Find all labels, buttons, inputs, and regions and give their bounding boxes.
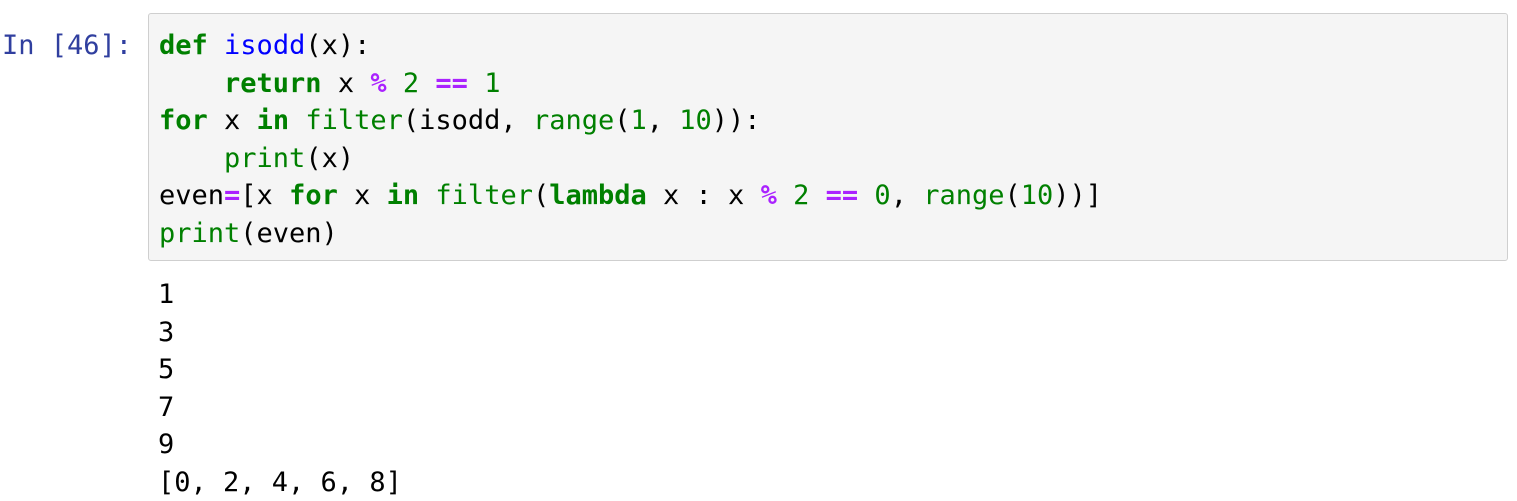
code-token-bi: filter [305,105,403,136]
code-token: ( [1004,180,1021,211]
code-token-kw: def [159,30,208,61]
code-token-kw: for [159,105,208,136]
code-token-bi: range [923,180,1005,211]
code-line: even=[x for x in filter(lambda x : x % 2… [159,177,1102,215]
code-token: x [321,67,371,99]
code-token-op: % [370,67,387,99]
code-token-num: 10 [1020,180,1054,211]
code-token-num: 2 [793,180,810,211]
output-line: 9 [158,429,175,460]
code-line: return x % 2 == 1 [159,65,1102,103]
code-token-kw: for [289,180,338,211]
input-prompt: In [46]: [2,30,133,61]
code-input-area[interactable]: def isodd(x): return x % 2 == 1 for x in … [148,13,1508,261]
code-token-fn: isodd [224,30,306,61]
code-token: (x) [305,142,355,174]
code-token-op: == [825,180,859,211]
code-token-op: == [435,67,468,99]
code-token: (x): [305,30,371,61]
code-token-num: 1 [630,105,647,136]
code-token-bi: filter [435,180,533,211]
code-token: x [207,105,257,136]
code-token: ( [532,180,550,211]
code-token: x : x [646,180,761,211]
code-cell: In [46]: def isodd(x): return x % 2 == 1… [0,0,1517,501]
code-token: ( [614,105,631,136]
code-line: def isodd(x): [159,27,1102,65]
code-line: for x in filter(isodd, range(1, 10)): [159,102,1102,140]
code-token: ))] [1053,180,1103,211]
code-token: [x [240,180,290,211]
code-token: (isodd, [402,105,533,136]
code-token-bi: range [532,105,615,136]
code-token: (even) [240,217,338,249]
code-token: )): [711,105,761,136]
output-line: 7 [158,391,175,423]
code-token: , [646,105,680,136]
code-token-bi: print [224,142,306,174]
code-token-op: = [224,180,241,211]
code-token-kw: in [256,105,290,136]
output-line: 5 [158,354,175,385]
code-editor[interactable]: def isodd(x): return x % 2 == 1 for x in … [159,27,1102,252]
output-line: 1 [158,279,175,310]
code-token-num: 2 [402,67,420,99]
code-token-bi: print [159,217,241,249]
code-line: print(even) [159,215,1102,253]
code-token-op: % [760,180,777,211]
code-token: x [337,180,387,211]
code-token-num: 1 [484,67,501,99]
code-token-num: 0 [874,180,891,211]
code-token-kw: return [224,67,322,99]
code-token-kw: in [386,180,420,211]
code-token-num: 10 [679,105,712,136]
cell-output: 1 3 5 7 9 [0, 2, 4, 6, 8] [158,276,402,501]
code-token: , [890,180,924,211]
output-line: [0, 2, 4, 6, 8] [158,466,402,498]
code-token-kw: lambda [549,180,647,211]
code-line: print(x) [159,140,1102,178]
code-token: even [159,180,225,211]
output-line: 3 [158,316,175,348]
